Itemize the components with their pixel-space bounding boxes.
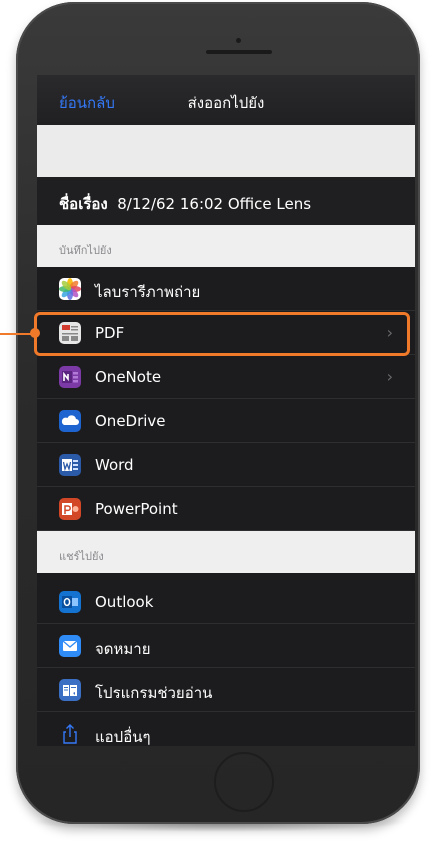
photos-icon [59, 278, 81, 300]
list-item-label: Outlook [95, 593, 154, 611]
immersive-reader-icon [59, 679, 81, 701]
list-item-label: แอปอื่นๆ [95, 728, 151, 746]
document-title-value: 8/12/62 16:02 Office Lens [117, 195, 312, 213]
list-item-powerpoint[interactable]: PowerPoint [37, 487, 415, 531]
document-title-label: ชื่อเรื่อง [59, 195, 108, 213]
list-item-mail[interactable]: จดหมาย [37, 624, 415, 668]
list-item-other-apps[interactable]: แอปอื่นๆ [37, 712, 415, 746]
list-item-label: จดหมาย [95, 640, 151, 658]
navigation-bar: ย้อนกลับ ส่งออกไปยัง [37, 75, 415, 125]
onenote-icon [59, 366, 81, 388]
word-icon [59, 454, 81, 476]
list-item-label: OneNote [95, 368, 162, 386]
list-item-onedrive[interactable]: OneDrive [37, 399, 415, 443]
list-item-outlook[interactable]: Outlook [37, 580, 415, 624]
mail-icon [59, 635, 81, 657]
list-item-label: ไลบรารีภาพถ่าย [95, 283, 201, 301]
list-item-photos[interactable]: ไลบรารีภาพถ่าย [37, 267, 415, 311]
document-title-row[interactable]: ชื่อเรื่อง 8/12/62 16:02 Office Lens [37, 177, 415, 225]
list-item-word[interactable]: Word [37, 443, 415, 487]
onedrive-icon [59, 410, 81, 432]
list-item-immersive-reader[interactable]: โปรแกรมช่วยอ่าน [37, 668, 415, 712]
chevron-right-icon: › [386, 367, 393, 386]
list-item-onenote[interactable]: OneNote › [37, 355, 415, 399]
share-icon [59, 723, 81, 745]
list-item-label: PowerPoint [95, 500, 178, 518]
home-button[interactable] [214, 752, 274, 812]
save-list: ไลบรารีภาพถ่าย PDF › OneNote › OneDrive [37, 267, 415, 531]
list-item-label: Word [95, 456, 134, 474]
list-item-label: โปรแกรมช่วยอ่าน [95, 684, 213, 702]
phone-screen: ย้อนกลับ ส่งออกไปยัง ชื่อเรื่อง 8/12/62 … [37, 75, 415, 746]
share-section-label: แชร์ไปยัง [59, 550, 104, 563]
share-section-header: แชร์ไปยัง [37, 531, 415, 573]
outlook-icon [59, 591, 81, 613]
pdf-highlight-box [34, 312, 410, 356]
share-list: Outlook จดหมาย โปรแกรมช่วยอ่าน แอปอื่นๆ [37, 580, 415, 746]
page-title: ส่งออกไปยัง [187, 94, 265, 112]
front-camera [236, 38, 241, 43]
list-item-label: OneDrive [95, 412, 166, 430]
powerpoint-icon [59, 498, 81, 520]
save-section-label: บันทึกไปยัง [59, 244, 112, 257]
save-section-header: บันทึกไปยัง [37, 225, 415, 267]
spacer [37, 125, 415, 177]
earpiece-speaker [206, 50, 272, 54]
